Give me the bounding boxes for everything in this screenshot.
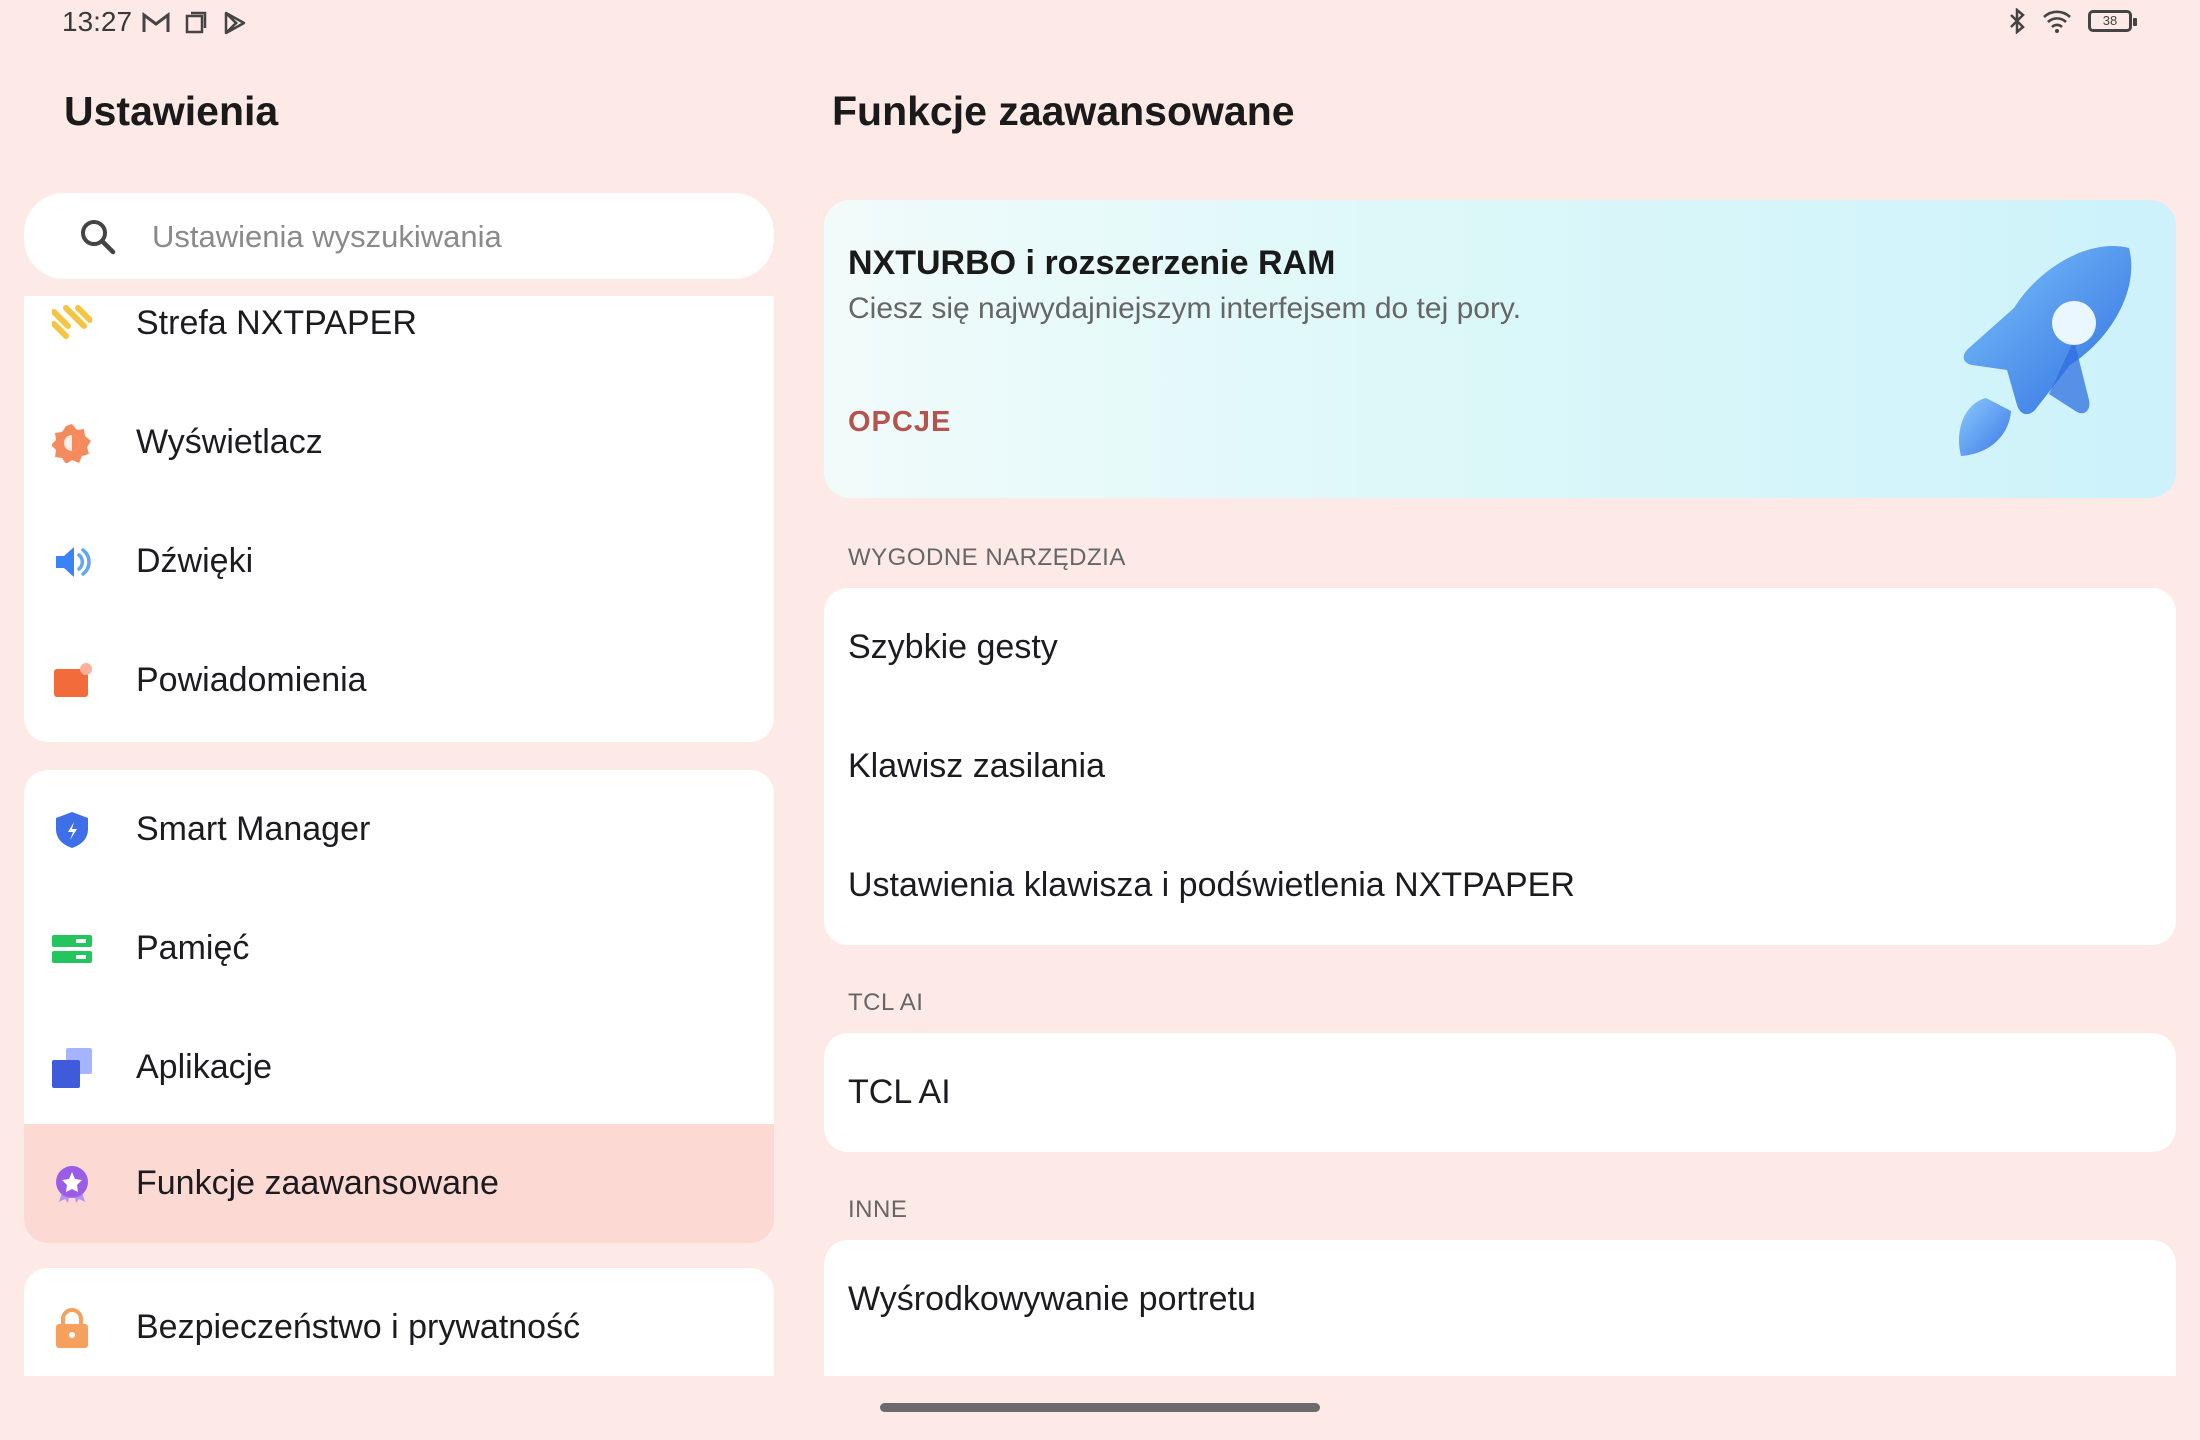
sidebar-item-label: Strefa NXTPAPER: [136, 304, 417, 342]
sidebar-item-advanced-features[interactable]: Funkcje zaawansowane: [24, 1124, 774, 1243]
list-item-label: Szybkie gesty: [848, 628, 1058, 666]
sidebar-item-label: Smart Manager: [136, 810, 371, 848]
options-button[interactable]: OPCJE: [848, 406, 951, 439]
search-input[interactable]: [150, 213, 714, 261]
list-item-label: Ustawienia klawisza i podświetlenia NXTP…: [848, 866, 1575, 904]
sidebar-item-label: Powiadomienia: [136, 661, 367, 699]
sidebar-item-security[interactable]: Bezpieczeństwo i prywatność: [24, 1268, 774, 1376]
sidebar-item-label: Wyświetlacz: [136, 423, 323, 461]
sidebar-item-sounds[interactable]: Dźwięki: [24, 502, 774, 621]
sidebar-item-label: Pamięć: [136, 929, 250, 967]
section-header-other: INNE: [848, 1196, 908, 1223]
sidebar-item-label: Bezpieczeństwo i prywatność: [136, 1308, 581, 1346]
play-store-icon: [224, 11, 246, 35]
sidebar-item-storage[interactable]: Pamięć: [24, 889, 774, 1008]
list-item-label: Wyśrodkowywanie portretu: [848, 1280, 1256, 1318]
page-title: Funkcje zaawansowane: [832, 88, 1295, 134]
notification-icon: [54, 663, 92, 697]
list-item-tcl-ai[interactable]: TCL AI: [824, 1033, 2176, 1152]
home-indicator[interactable]: [880, 1403, 1320, 1412]
sidebar-item-label: Dźwięki: [136, 542, 254, 580]
status-time: 13:27: [62, 6, 133, 37]
list-item-label: Klawisz zasilania: [848, 747, 1105, 785]
section-header-tcl-ai: TCL AI: [848, 989, 924, 1016]
shield-icon: [56, 812, 88, 848]
search-icon: [81, 220, 116, 255]
sidebar-item-apps[interactable]: Aplikacje: [24, 1008, 774, 1127]
sidebar-item-display[interactable]: Wyświetlacz: [24, 383, 774, 502]
sidebar-item-label: Aplikacje: [136, 1048, 273, 1086]
wifi-icon: [2043, 10, 2071, 33]
sidebar-item-nxtpaper[interactable]: Strefa NXTPAPER: [24, 296, 774, 383]
sidebar-item-notifications[interactable]: Powiadomienia: [24, 621, 774, 740]
list-item-power-key[interactable]: Klawisz zasilania: [824, 707, 2176, 826]
gmail-icon: [142, 12, 170, 32]
rocket-icon: [1958, 246, 2132, 456]
sidebar-item-smart-manager[interactable]: Smart Manager: [24, 770, 774, 889]
list-item-quick-gestures[interactable]: Szybkie gesty: [824, 588, 2176, 707]
settings-title: Ustawienia: [64, 88, 279, 134]
tools-card: Szybkie gesty Klawisz zasilania Ustawien…: [824, 588, 2176, 945]
list-item-portrait-centering[interactable]: Wyśrodkowywanie portretu: [824, 1240, 2176, 1359]
list-item-label: TCL AI: [848, 1073, 951, 1111]
storage-icon: [52, 935, 92, 963]
settings-group-1: Strefa NXTPAPER Wyświetlacz Dźwięki Powi…: [24, 296, 774, 742]
sidebar-item-label: Funkcje zaawansowane: [136, 1164, 499, 1202]
other-card: Wyśrodkowywanie portretu: [824, 1240, 2176, 1376]
search-bar[interactable]: [24, 193, 774, 279]
tcl-ai-card: TCL AI: [824, 1033, 2176, 1152]
advanced-features-icon: [56, 1166, 88, 1203]
status-bar: 13:27 38: [0, 0, 2200, 48]
nxturbo-card[interactable]: NXTURBO i rozszerzenie RAM Ciesz się naj…: [824, 200, 2176, 498]
speaker-icon: [56, 547, 91, 577]
screen-icon: [185, 11, 207, 34]
hero-subtitle: Ciesz się najwydajniejszym interfejsem d…: [848, 292, 1522, 325]
hero-title: NXTURBO i rozszerzenie RAM: [848, 244, 1336, 282]
lock-icon: [56, 1308, 88, 1348]
display-icon: [52, 424, 91, 463]
list-item-nxtpaper-key[interactable]: Ustawienia klawisza i podświetlenia NXTP…: [824, 826, 2176, 945]
battery-level: 38: [2102, 13, 2118, 28]
section-header-tools: WYGODNE NARZĘDZIA: [848, 544, 1126, 571]
nxtpaper-icon: [52, 305, 92, 339]
settings-group-3: Bezpieczeństwo i prywatność: [24, 1268, 774, 1376]
bluetooth-icon: [2010, 8, 2025, 34]
battery-icon: 38: [2088, 10, 2137, 32]
apps-icon: [52, 1048, 92, 1088]
settings-group-2: Smart Manager Pamięć Aplikacje Funkcje z…: [24, 770, 774, 1243]
